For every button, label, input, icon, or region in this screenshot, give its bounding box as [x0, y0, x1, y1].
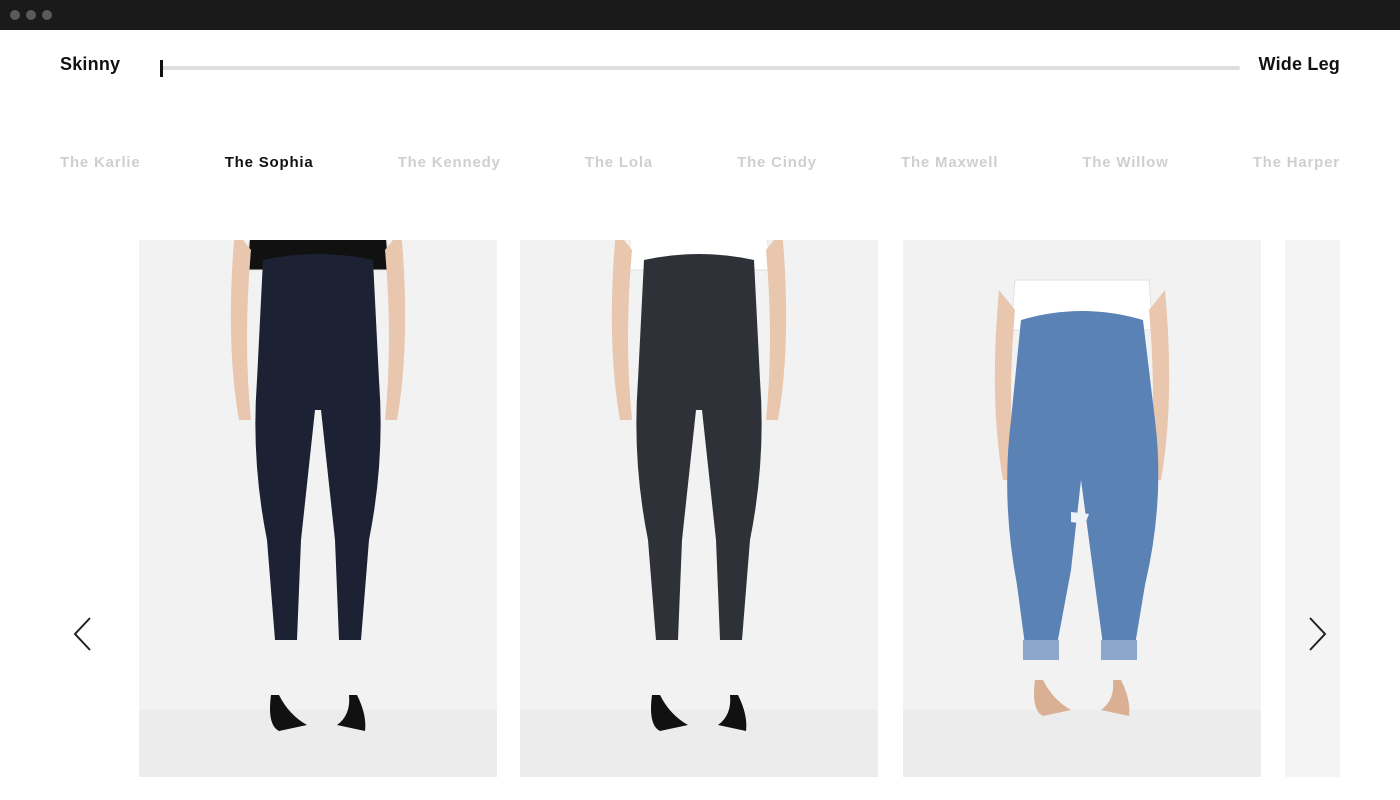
product-image — [1285, 240, 1340, 777]
style-tab-the-sophia[interactable]: The Sophia — [225, 154, 314, 171]
fit-slider-handle[interactable] — [160, 60, 163, 77]
style-tab-the-cindy[interactable]: The Cindy — [737, 154, 817, 171]
style-tab-the-harper[interactable]: The Harper — [1253, 154, 1340, 171]
style-tab-the-maxwell[interactable]: The Maxwell — [901, 154, 998, 171]
carousel-prev-button[interactable] — [67, 614, 97, 654]
fit-slider-track[interactable] — [160, 60, 1240, 77]
window-zoom-dot[interactable] — [42, 10, 52, 20]
style-tabs: The Karlie The Sophia The Kennedy The Lola T… — [60, 150, 1340, 174]
style-tab-the-kennedy[interactable]: The Kennedy — [398, 154, 501, 171]
window-titlebar — [0, 0, 1400, 30]
product-card[interactable] — [520, 240, 878, 777]
window-close-dot[interactable] — [10, 10, 20, 20]
product-carousel — [139, 240, 1340, 777]
product-card[interactable] — [139, 240, 497, 777]
fit-slider-min-label: Skinny — [60, 54, 121, 74]
chevron-left-icon — [73, 617, 91, 651]
product-card[interactable] — [1285, 240, 1340, 777]
fit-slider-max-label: Wide Leg — [1258, 54, 1340, 74]
style-tab-the-lola[interactable]: The Lola — [585, 154, 653, 171]
carousel-next-button[interactable] — [1303, 614, 1333, 654]
style-tab-the-karlie[interactable]: The Karlie — [60, 154, 141, 171]
product-card[interactable] — [903, 240, 1261, 777]
product-image — [903, 240, 1261, 777]
window-minimize-dot[interactable] — [26, 10, 36, 20]
style-tab-the-willow[interactable]: The Willow — [1082, 154, 1168, 171]
product-image — [139, 240, 497, 777]
chevron-right-icon — [1309, 617, 1327, 651]
product-image — [520, 240, 878, 777]
